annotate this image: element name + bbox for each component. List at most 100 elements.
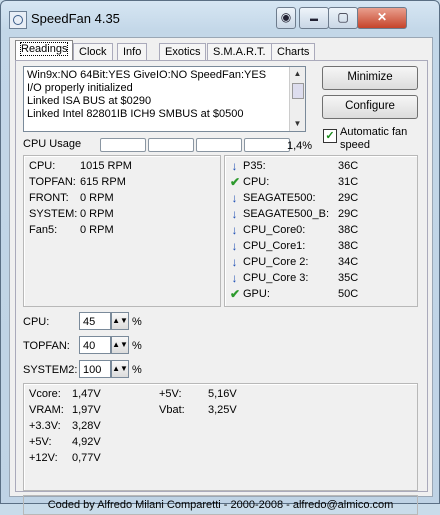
tab-clock[interactable]: Clock xyxy=(73,43,113,60)
voltage-name: VRAM: xyxy=(29,404,64,416)
credits-footer: Coded by Alfredo Milani Comparetti - 200… xyxy=(23,495,418,515)
voltage-name: +3.3V: xyxy=(29,420,61,432)
speed-label: CPU: xyxy=(23,316,50,328)
automatic-fan-speed-checkbox[interactable]: ✓ xyxy=(323,129,337,143)
fan-speeds-box: CPU: 1015 RPM TOPFAN: 615 RPM FRONT: 0 R… xyxy=(23,155,221,307)
fan-name: Fan5: xyxy=(29,224,58,236)
tab-info[interactable]: Info xyxy=(117,43,148,60)
close-icon: ✕ xyxy=(376,10,388,24)
temperatures-box: ↓ P35: 36C ✔ CPU: 31C ↓ SEAGATE500: 29C … xyxy=(224,155,418,307)
cpu-usage-segment xyxy=(196,138,242,152)
temp-ok-check-icon: ✔ xyxy=(230,287,241,301)
log-line: Win9x:NO 64Bit:YES GiveIO:NO SpeedFan:YE… xyxy=(27,69,267,81)
fan-name: CPU: xyxy=(29,160,56,172)
temp-value: 38C xyxy=(338,240,359,252)
window-title: SpeedFan 4.35 xyxy=(31,11,120,26)
fan-value: 0 RPM xyxy=(80,224,114,236)
cpu-usage-segment xyxy=(100,138,146,152)
scroll-up-icon[interactable]: ▲ xyxy=(290,67,305,81)
log-line: I/O properly initialized xyxy=(27,82,133,94)
topfan-speed-spinner-icon[interactable]: ▲▼ xyxy=(111,336,129,354)
tab-readings[interactable]: Readings xyxy=(15,40,74,61)
voltage-value: 1,47V xyxy=(72,388,101,400)
system2-speed-input[interactable]: 100 xyxy=(79,360,111,378)
voltage-value: 4,92V xyxy=(72,436,101,448)
tab-exotics[interactable]: Exotics xyxy=(159,43,207,60)
client-area: Readings Clock Info Exotics S.M.A.R.T. C… xyxy=(9,37,433,515)
voltage-name: +5V: xyxy=(29,436,52,448)
voltage-name: Vcore: xyxy=(29,388,61,400)
readings-panel: Win9x:NO 64Bit:YES GiveIO:NO SpeedFan:YE… xyxy=(15,60,428,515)
cpu-speed-spinner-icon[interactable]: ▲▼ xyxy=(111,312,129,330)
tray-icon[interactable]: ◉ xyxy=(276,7,296,29)
temp-value: 35C xyxy=(338,272,359,284)
cpu-usage-segment xyxy=(244,138,290,152)
log-line: Linked ISA BUS at $0290 xyxy=(27,95,152,107)
scroll-down-icon[interactable]: ▼ xyxy=(290,117,305,131)
topfan-speed-input[interactable]: 40 xyxy=(79,336,111,354)
tab-charts[interactable]: Charts xyxy=(271,43,316,60)
log-scrollbar[interactable]: ▲ ▼ xyxy=(289,67,305,131)
voltage-name: Vbat: xyxy=(159,404,185,416)
fan-name: FRONT: xyxy=(29,192,69,204)
temp-down-arrow-icon: ↓ xyxy=(231,159,238,173)
temp-value: 29C xyxy=(338,192,359,204)
temp-name: SEAGATE500: xyxy=(243,192,316,204)
temp-value: 38C xyxy=(338,224,359,236)
maximize-icon: ▢ xyxy=(337,10,349,24)
minimize-window-button[interactable]: ▬ xyxy=(299,7,329,29)
tab-smart[interactable]: S.M.A.R.T. xyxy=(207,43,272,60)
title-bar[interactable]: SpeedFan 4.35 ◉ ▬ ▢ ✕ xyxy=(1,1,439,37)
voltage-value: 5,16V xyxy=(208,388,237,400)
voltage-value: 0,77V xyxy=(72,452,101,464)
temp-value: 50C xyxy=(338,288,359,300)
temp-name: CPU: xyxy=(243,176,270,188)
voltage-name: +12V: xyxy=(29,452,58,464)
temp-value: 34C xyxy=(338,256,359,268)
speed-unit: % xyxy=(132,340,142,352)
temp-name: CPU_Core1: xyxy=(243,240,306,252)
temp-down-arrow-icon: ↓ xyxy=(231,191,238,205)
fan-value: 615 RPM xyxy=(80,176,126,188)
fan-name: SYSTEM: xyxy=(29,208,78,220)
temp-down-arrow-icon: ↓ xyxy=(231,255,238,269)
log-textbox[interactable]: Win9x:NO 64Bit:YES GiveIO:NO SpeedFan:YE… xyxy=(23,66,306,132)
temp-ok-check-icon: ✔ xyxy=(230,175,241,189)
cpu-usage-percent: 1,4% xyxy=(287,140,313,152)
app-icon xyxy=(9,11,27,29)
speedfan-window: SpeedFan 4.35 ◉ ▬ ▢ ✕ Readings Clock Inf… xyxy=(0,0,440,515)
voltage-name: +5V: xyxy=(159,388,182,400)
log-line: Linked Intel 82801IB ICH9 SMBUS at $0500 xyxy=(27,108,244,120)
scroll-thumb[interactable] xyxy=(292,83,304,99)
temp-name: CPU_Core0: xyxy=(243,224,306,236)
fan-value: 0 RPM xyxy=(80,192,114,204)
cpu-usage-segment xyxy=(148,138,194,152)
fan-value: 0 RPM xyxy=(80,208,114,220)
minimize-icon: ▬ xyxy=(310,14,318,23)
system2-speed-spinner-icon[interactable]: ▲▼ xyxy=(111,360,129,378)
configure-button[interactable]: Configure xyxy=(322,95,418,119)
maximize-window-button[interactable]: ▢ xyxy=(328,7,358,29)
fan-value: 1015 RPM xyxy=(80,160,132,172)
speed-unit: % xyxy=(132,364,142,376)
temp-name: SEAGATE500_B: xyxy=(243,208,330,220)
tab-label: Readings xyxy=(19,42,69,56)
close-window-button[interactable]: ✕ xyxy=(357,7,407,29)
temp-name: CPU_Core 2: xyxy=(243,256,309,268)
temp-down-arrow-icon: ↓ xyxy=(231,223,238,237)
temp-value: 36C xyxy=(338,160,359,172)
speed-unit: % xyxy=(132,316,142,328)
speed-label: SYSTEM2: xyxy=(23,364,78,376)
cpu-speed-input[interactable]: 45 xyxy=(79,312,111,330)
speed-label: TOPFAN: xyxy=(23,340,70,352)
voltage-value: 1,97V xyxy=(72,404,101,416)
voltages-box: Vcore: 1,47V VRAM: 1,97V +3.3V: 3,28V +5… xyxy=(23,383,418,491)
temp-name: CPU_Core 3: xyxy=(243,272,309,284)
temp-name: P35: xyxy=(243,160,266,172)
minimize-button[interactable]: Minimize xyxy=(322,66,418,90)
automatic-fan-speed-label: Automatic fan speed xyxy=(340,126,408,151)
temp-down-arrow-icon: ↓ xyxy=(231,271,238,285)
temp-value: 31C xyxy=(338,176,359,188)
cpu-usage-label: CPU Usage xyxy=(23,138,82,150)
temp-name: GPU: xyxy=(243,288,270,300)
